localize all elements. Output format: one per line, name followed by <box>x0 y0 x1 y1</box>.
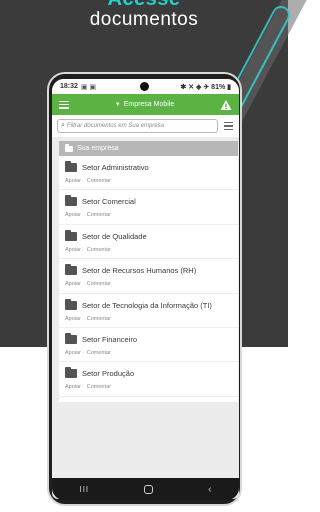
support-link[interactable]: Apoiar <box>65 350 81 356</box>
hamburger-menu-icon[interactable] <box>59 100 69 109</box>
filter-icon[interactable] <box>224 122 233 130</box>
list-item[interactable]: Setor Financeiro Apoiar · Comentar <box>59 328 238 363</box>
company-label: Empresa Mobile <box>123 101 175 108</box>
hero-title: documentos <box>89 9 199 30</box>
status-time: 18:32 <box>60 83 78 90</box>
item-title: Setor Comercial <box>82 197 136 207</box>
separator: · <box>82 212 85 219</box>
item-title: Setor Financeiro <box>82 334 138 344</box>
search-icon: ⌕ <box>61 122 65 129</box>
comment-link[interactable]: Comentar <box>87 350 111 356</box>
support-link[interactable]: Apoiar <box>65 247 81 253</box>
caret-down-icon: ▼ <box>114 101 121 108</box>
item-title: Setor de Qualidade <box>82 231 147 241</box>
support-link[interactable]: Apoiar <box>65 178 81 184</box>
item-title: Setor Administrativo <box>82 163 149 172</box>
support-link[interactable]: Apoiar <box>65 384 81 390</box>
support-link[interactable]: Apoiar <box>65 212 81 218</box>
list-item[interactable]: Setor Comercial Apoiar · Comentar <box>59 190 238 225</box>
comment-link[interactable]: Comentar <box>87 247 111 253</box>
list-item[interactable]: Setor de Qualidade Apoiar · Comentar <box>59 225 238 260</box>
search-row: ⌕ Filtrar documentos em Sua empresa <box>52 115 239 137</box>
list-item[interactable]: Setor de Tecnologia da Informação (TI) A… <box>59 294 238 328</box>
panel-header-label: Sua empresa <box>77 145 119 152</box>
home-button[interactable] <box>144 484 154 494</box>
company-panel: Sua empresa Setor Administrativo Apoiar … <box>59 141 238 402</box>
folder-icon <box>65 161 77 172</box>
folder-icon <box>65 195 77 207</box>
list-item[interactable]: Setor de Recursos Humanos (RH) Apoiar · … <box>59 259 238 294</box>
company-selector[interactable]: ▼ Empresa Mobile <box>69 101 220 108</box>
panel-header: Sua empresa <box>59 141 238 156</box>
folder-icon <box>65 229 77 241</box>
camera-icon <box>140 82 149 91</box>
item-title: Setor de Recursos Humanos (RH) <box>82 266 197 276</box>
separator: · <box>82 178 85 184</box>
phone-frame: 18:32 ▣ ▣ ✱ ✕ ◈ ✈ 81% ▮ ▼ Empresa Mobile <box>47 72 242 506</box>
comment-link[interactable]: Comentar <box>87 281 111 287</box>
comment-link[interactable]: Comentar <box>87 212 111 218</box>
notification-icons: ▣ ▣ <box>80 83 97 91</box>
comment-link[interactable]: Comentar <box>87 178 111 184</box>
folder-icon <box>65 367 77 379</box>
item-title: Setor Produção <box>82 369 135 379</box>
separator: · <box>82 384 85 391</box>
folder-icon <box>65 332 77 344</box>
phone-screen: 18:32 ▣ ▣ ✱ ✕ ◈ ✈ 81% ▮ ▼ Empresa Mobile <box>52 79 239 499</box>
separator: · <box>82 246 85 253</box>
back-button[interactable]: ‹ <box>208 484 211 495</box>
recents-button[interactable]: III <box>79 485 89 494</box>
list-item[interactable]: Setor Administrativo Apoiar · Comentar <box>59 156 238 191</box>
system-nav-bar: III ‹ <box>52 478 239 500</box>
comment-link[interactable]: Comentar <box>87 316 111 322</box>
status-right-indicators: ✱ ✕ ◈ ✈ 81% ▮ <box>180 83 231 91</box>
warning-triangle-icon[interactable] <box>220 99 232 111</box>
list-item[interactable]: Setor Produção Apoiar · Comentar <box>59 362 238 397</box>
separator: · <box>82 281 85 288</box>
separator: · <box>82 315 85 322</box>
item-title: Setor de Tecnologia da Informação (TI) <box>82 300 212 310</box>
support-link[interactable]: Apoiar <box>65 281 81 287</box>
folder-icon <box>65 264 77 276</box>
search-placeholder: Filtrar documentos em Sua empresa <box>66 123 164 129</box>
app-bar: ▼ Empresa Mobile <box>52 94 239 115</box>
separator: · <box>82 349 85 356</box>
folder-icon <box>65 298 77 310</box>
comment-link[interactable]: Comentar <box>87 384 111 390</box>
search-input[interactable]: ⌕ Filtrar documentos em Sua empresa <box>57 119 218 133</box>
support-link[interactable]: Apoiar <box>65 316 81 322</box>
folder-icon <box>65 143 73 152</box>
